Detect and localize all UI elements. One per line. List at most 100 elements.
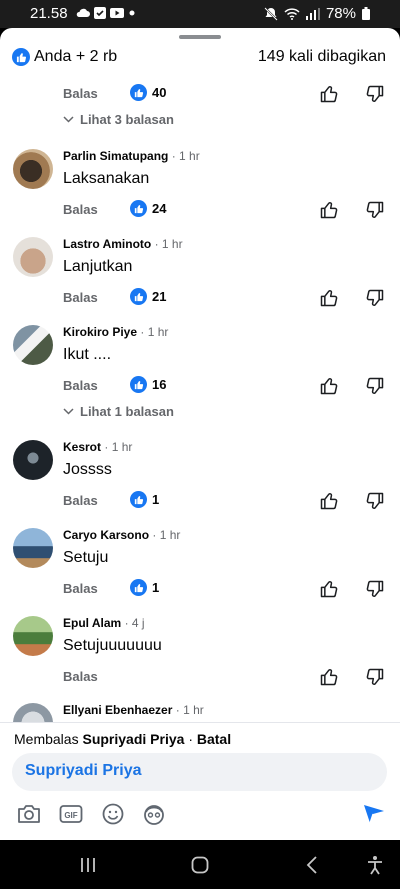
thumbs-up-icon[interactable] [319, 200, 339, 220]
thumbs-down-icon[interactable] [365, 288, 385, 308]
avatar-sticker-button[interactable] [140, 801, 168, 827]
avatar[interactable] [13, 440, 53, 480]
cloud-icon [76, 8, 90, 17]
thumbs-down-icon[interactable] [365, 667, 385, 687]
like-count: 1 [152, 580, 160, 595]
thumbs-down-icon[interactable] [365, 376, 385, 396]
back-button[interactable] [297, 852, 327, 878]
like-count: 21 [152, 289, 167, 304]
like-icon [130, 491, 147, 508]
recent-apps-button[interactable] [73, 852, 103, 878]
reply-button[interactable]: Balas [63, 290, 98, 305]
reaction-summary[interactable]: Anda + 2 rb [12, 48, 117, 66]
comment-author[interactable]: Kirokiro Piye [63, 325, 137, 339]
like-count-badge[interactable]: 40 [130, 84, 166, 101]
comment-meta: Ellyani Ebenhaezer · 1 hr [63, 703, 204, 717]
send-button[interactable] [360, 801, 388, 827]
reaction-summary-label: Anda + 2 rb [34, 48, 118, 65]
battery-level: 78% [325, 5, 356, 22]
comment-time[interactable]: 4 j [132, 616, 145, 630]
comment-text: Laksanakan [63, 170, 150, 187]
status-bar: 21.58 78% [0, 0, 400, 28]
comment-author[interactable]: Ellyani Ebenhaezer [63, 703, 172, 717]
like-icon [130, 579, 147, 596]
mention-tag: Supriyadi Priya [25, 762, 142, 779]
avatar[interactable] [13, 528, 53, 568]
signal-icon [305, 7, 320, 20]
avatar[interactable] [13, 703, 53, 722]
thumbs-up-icon[interactable] [319, 667, 339, 687]
like-count: 40 [152, 85, 167, 100]
system-nav-bar [0, 840, 400, 889]
gif-button[interactable]: GIF [57, 801, 85, 827]
comment-meta: Lastro Aminoto · 1 hr [63, 237, 183, 251]
share-count[interactable]: 149 kali dibagikan [258, 48, 386, 66]
comment-author[interactable]: Epul Alam [63, 616, 121, 630]
avatar[interactable] [13, 237, 53, 277]
comment-time[interactable]: 1 hr [112, 440, 133, 454]
view-replies-link[interactable]: Lihat 1 balasan [63, 404, 174, 419]
camera-button[interactable] [15, 801, 43, 827]
comment-meta: Parlin Simatupang · 1 hr [63, 149, 200, 163]
home-button[interactable] [185, 852, 215, 878]
sheet-header: Anda + 2 rb 149 kali dibagikan [0, 46, 400, 70]
reply-button[interactable]: Balas [63, 493, 98, 508]
check-icon [94, 7, 106, 19]
comment-author[interactable]: Lastro Aminoto [63, 237, 151, 251]
cancel-reply-button[interactable]: Batal [197, 731, 231, 747]
thumbs-down-icon[interactable] [365, 84, 385, 104]
like-count-badge[interactable]: 21 [130, 288, 166, 305]
comment-list[interactable]: Balas 40 Lihat 3 balasan Parlin Simatupa… [0, 76, 400, 722]
svg-text:GIF: GIF [64, 811, 77, 820]
thumbs-down-icon[interactable] [365, 200, 385, 220]
status-time: 21.58 [30, 5, 68, 22]
like-icon [12, 48, 30, 66]
reply-target: Supriyadi Priya [82, 731, 185, 747]
like-count: 16 [152, 377, 167, 392]
like-count-badge[interactable]: 16 [130, 376, 166, 393]
like-count-badge[interactable]: 1 [130, 579, 159, 596]
comment-time[interactable]: 1 hr [162, 237, 183, 251]
thumbs-up-icon[interactable] [319, 288, 339, 308]
comment-author[interactable]: Parlin Simatupang [63, 149, 168, 163]
wifi-icon [284, 7, 300, 20]
view-replies-link[interactable]: Lihat 3 balasan [63, 112, 174, 127]
emoji-button[interactable] [99, 801, 127, 827]
reply-button[interactable]: Balas [63, 669, 98, 684]
comment-time[interactable]: 1 hr [179, 149, 200, 163]
thumbs-up-icon[interactable] [319, 84, 339, 104]
thumbs-down-icon[interactable] [365, 579, 385, 599]
chevron-down-icon [63, 116, 74, 123]
comment-time[interactable]: 1 hr [148, 325, 169, 339]
avatar[interactable] [13, 325, 53, 365]
comment-time[interactable]: 1 hr [160, 528, 181, 542]
avatar[interactable] [13, 616, 53, 656]
view-replies-label: Lihat 3 balasan [80, 112, 174, 127]
comment-text: Lanjutkan [63, 258, 133, 275]
comment-text: Setuju [63, 549, 109, 566]
comment-input[interactable]: Supriyadi Priya [12, 753, 387, 791]
reply-button[interactable]: Balas [63, 378, 98, 393]
reply-composer: Membalas Supriyadi Priya · Batal Supriya… [0, 722, 400, 840]
comment-author[interactable]: Caryo Karsono [63, 528, 149, 542]
drag-handle[interactable] [179, 35, 221, 39]
mute-icon [264, 6, 278, 21]
like-count-badge[interactable]: 24 [130, 200, 166, 217]
thumbs-up-icon[interactable] [319, 376, 339, 396]
comment-time[interactable]: 1 hr [183, 703, 204, 717]
thumbs-down-icon[interactable] [365, 491, 385, 511]
thumbs-up-icon[interactable] [319, 579, 339, 599]
dot-icon [129, 10, 135, 16]
avatar[interactable] [13, 149, 53, 189]
accessibility-button[interactable] [360, 852, 390, 878]
gif-icon: GIF [59, 805, 83, 823]
like-icon [130, 376, 147, 393]
comment-actions: Balas 16 [63, 376, 400, 398]
comment-text: Ikut .... [63, 346, 112, 363]
reply-button[interactable]: Balas [63, 581, 98, 596]
comment-author[interactable]: Kesrot [63, 440, 101, 454]
thumbs-up-icon[interactable] [319, 491, 339, 511]
reply-button[interactable]: Balas [63, 202, 98, 217]
reply-button[interactable]: Balas [63, 86, 98, 101]
like-count-badge[interactable]: 1 [130, 491, 159, 508]
